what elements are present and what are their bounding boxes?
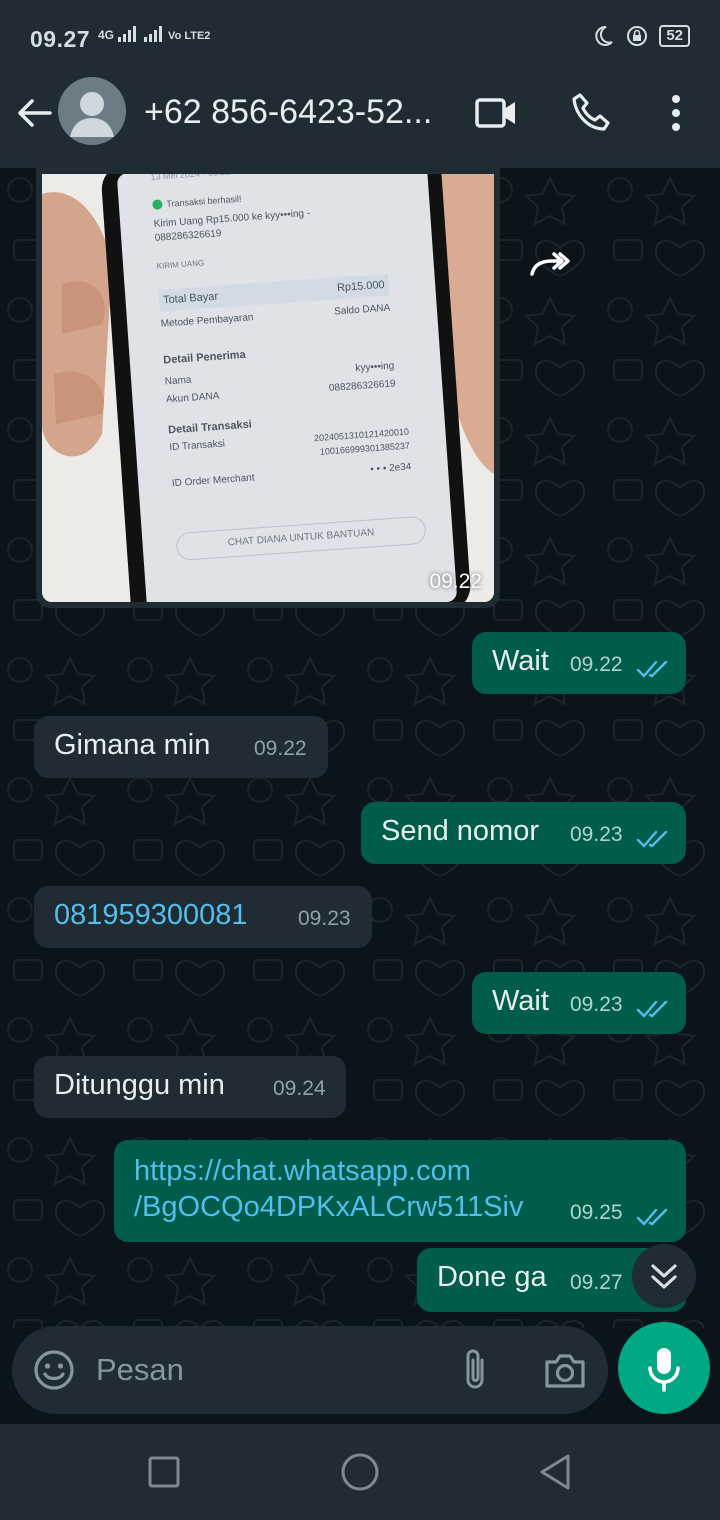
message-text: Wait: [492, 645, 549, 677]
incoming-message[interactable]: 081959300081 09.23: [34, 886, 372, 948]
system-nav-bar: [0, 1424, 720, 1520]
incoming-message[interactable]: Ditunggu min 09.24: [34, 1056, 346, 1118]
network-type: 4G: [98, 28, 115, 42]
more-vert-icon[interactable]: [652, 89, 700, 137]
photo-preview[interactable]: 13 Mei 2024 • 09:21 Transaksi berhasil! …: [42, 174, 494, 602]
read-ticks-icon: [636, 830, 668, 848]
avatar[interactable]: [58, 77, 126, 145]
photo-receipt-text: 13 Mei 2024 • 09:21 Transaksi berhasil! …: [150, 174, 467, 562]
phone-icon[interactable]: [568, 89, 616, 137]
message-time: 09.22: [254, 737, 307, 760]
account-value: 088286326619: [328, 378, 396, 395]
status-time: 09.27: [30, 26, 91, 52]
message-text: Ditunggu min: [54, 1069, 225, 1101]
message-time: 09.22: [570, 653, 623, 676]
read-ticks-icon: [636, 1208, 668, 1226]
image-message[interactable]: 13 Mei 2024 • 09:21 Transaksi berhasil! …: [36, 168, 500, 608]
receiver-title: Detail Penerima: [162, 348, 247, 367]
contact-name[interactable]: +62 856-6423-52...: [144, 93, 432, 132]
total-value: Rp15.000: [336, 278, 386, 295]
message-text: Gimana min: [54, 729, 211, 761]
message-input[interactable]: [96, 1344, 436, 1396]
receipt-desc: Kirim Uang Rp15.000 ke kyy•••ing - 08828…: [153, 207, 311, 244]
chat-header: +62 856-6423-52...: [0, 75, 720, 168]
moon-icon: [595, 25, 614, 46]
outgoing-message[interactable]: Send nomor 09.23: [361, 802, 686, 864]
message-text: Send nomor: [381, 815, 539, 847]
trx-id-label: ID Transaksi: [169, 438, 226, 454]
account-label: Akun DANA: [165, 390, 220, 406]
default-avatar-icon: [70, 92, 114, 137]
outgoing-message[interactable]: Wait 09.23: [472, 972, 686, 1034]
invite-link-line1[interactable]: https://chat.whatsapp.com: [134, 1154, 471, 1188]
message-time: 09.25: [570, 1201, 623, 1224]
video-call-icon[interactable]: [472, 89, 520, 137]
forward-icon[interactable]: [526, 246, 572, 282]
message-time: 09.23: [570, 993, 623, 1016]
message-list[interactable]: 13 Mei 2024 • 09:21 Transaksi berhasil! …: [0, 168, 720, 1328]
double-chevron-down-icon: [651, 1264, 677, 1289]
home-icon[interactable]: [336, 1448, 384, 1496]
signal-bars-2-icon: [143, 26, 162, 42]
scroll-to-bottom-button[interactable]: [632, 1244, 696, 1308]
recents-icon[interactable]: [140, 1448, 188, 1496]
whatsapp-chat-screen: 09.27 4G Vo LTE2 52 +62 856-6423-52... 1…: [0, 0, 720, 1520]
signal-bars-icon: [118, 26, 137, 42]
voice-record-button[interactable]: [618, 1322, 710, 1414]
trx-id-value-2: 100166999301385237: [319, 440, 411, 457]
message-text: Done ga: [437, 1261, 547, 1293]
name-label: Nama: [164, 374, 192, 388]
help-button-label: CHAT DIANA UNTUK BANTUAN: [227, 527, 375, 549]
read-ticks-icon: [636, 660, 668, 678]
method-value: Saldo DANA: [333, 302, 391, 318]
order-label: ID Order Merchant: [171, 472, 255, 490]
status-bar: 09.27 4G Vo LTE2 52: [0, 0, 720, 75]
message-time: 09.27: [570, 1271, 623, 1294]
incoming-message[interactable]: Gimana min 09.22: [34, 716, 328, 778]
mic-icon: [648, 1348, 680, 1392]
message-time: 09.24: [273, 1077, 326, 1100]
outgoing-message[interactable]: https://chat.whatsapp.com /BgOCQo4DPKxAL…: [114, 1140, 686, 1242]
arrow-left-icon[interactable]: [14, 93, 54, 133]
method-label: Metode Pembayaran: [160, 312, 254, 330]
volte-label: Vo LTE2: [168, 30, 211, 42]
camera-icon[interactable]: [542, 1348, 588, 1392]
receipt-status: Transaksi berhasil!: [166, 193, 242, 209]
message-time: 09.23: [298, 907, 351, 930]
message-text: Wait: [492, 985, 549, 1017]
battery-level: 52: [659, 25, 690, 47]
paperclip-icon[interactable]: [456, 1346, 496, 1394]
rotation-lock-icon: [627, 26, 648, 46]
phone-number-link[interactable]: 081959300081: [54, 898, 248, 932]
order-value: • • • 2e34: [369, 461, 412, 476]
outgoing-message[interactable]: Wait 09.22: [472, 632, 686, 694]
read-ticks-icon: [636, 1000, 668, 1018]
total-label: Total Bayar: [162, 290, 219, 307]
message-composer: [12, 1326, 608, 1414]
name-value: kyy•••ing: [355, 360, 395, 375]
signal-indicator: 4G Vo LTE2: [98, 26, 210, 42]
image-timestamp: 09.22: [429, 570, 482, 593]
back-nav-icon[interactable]: [532, 1448, 580, 1496]
success-check-icon: [152, 199, 163, 210]
receipt-tag: KIRIM UANG: [156, 258, 205, 271]
invite-link-line2[interactable]: /BgOCQo4DPKxALCrw511Siv: [134, 1190, 524, 1224]
message-time: 09.23: [570, 823, 623, 846]
emoji-icon[interactable]: [32, 1348, 76, 1392]
status-right: 52: [591, 24, 690, 48]
trx-id-values: 2024051310121420010 100166999301385237: [314, 425, 411, 460]
